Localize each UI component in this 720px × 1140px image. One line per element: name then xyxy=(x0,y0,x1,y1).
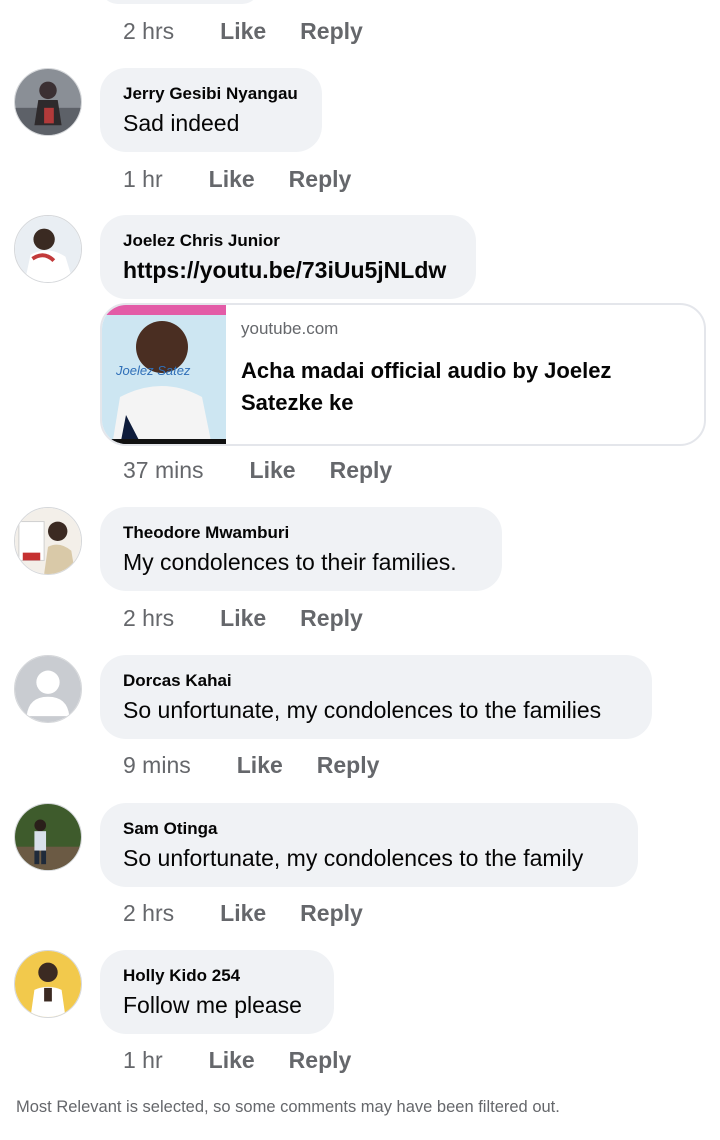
reply-button[interactable]: Reply xyxy=(300,605,363,632)
link-preview-card[interactable]: Joelez Satez youtube.com Acha madai offi… xyxy=(100,303,706,446)
comment-time: 2 hrs xyxy=(123,17,175,44)
avatar[interactable] xyxy=(14,68,82,136)
comment-text: So unfortunate, my condolences to the fa… xyxy=(123,845,584,871)
comment-actions: 2 hrs Like Reply xyxy=(123,16,363,46)
comment-time: 1 hr xyxy=(123,1046,163,1073)
link-thumbnail: Joelez Satez xyxy=(102,305,226,444)
reply-button[interactable]: Reply xyxy=(289,1047,352,1074)
comment-link[interactable]: https://youtu.be/73iUu5jNLdw xyxy=(123,255,453,285)
reply-button[interactable]: Reply xyxy=(317,752,380,779)
comment-author[interactable]: Jerry Gesibi Nyangau xyxy=(123,84,299,104)
like-button[interactable]: Like xyxy=(220,605,266,632)
filter-notice: Most Relevant is selected, so some comme… xyxy=(16,1098,560,1116)
comment-time: 37 mins xyxy=(123,456,204,483)
comment-text: My condolences to their families. xyxy=(123,549,457,575)
comment-actions: 1 hr Like Reply xyxy=(123,1045,351,1075)
comment-actions: 37 mins Like Reply xyxy=(123,455,392,485)
like-button[interactable]: Like xyxy=(209,1047,255,1074)
link-title[interactable]: Acha madai official audio by Joelez Sate… xyxy=(241,355,681,419)
comment-actions: 1 hr Like Reply xyxy=(123,164,351,194)
comment-bubble: Holly Kido 254 Follow me please xyxy=(100,950,334,1034)
avatar[interactable] xyxy=(14,215,82,283)
comment-text: So unfortunate, my condolences to the fa… xyxy=(123,697,602,723)
like-button[interactable]: Like xyxy=(250,457,296,484)
comment-bubble: Dorcas Kahai So unfortunate, my condolen… xyxy=(100,655,652,739)
comment-author[interactable]: Joelez Chris Junior xyxy=(123,231,453,251)
like-button[interactable]: Like xyxy=(209,166,255,193)
avatar[interactable] xyxy=(14,803,82,871)
comment-text: Follow me please xyxy=(123,992,302,1018)
previous-comment-bubble-edge xyxy=(100,0,260,4)
avatar[interactable] xyxy=(14,950,82,1018)
reply-button[interactable]: Reply xyxy=(330,457,393,484)
reply-button[interactable]: Reply xyxy=(300,900,363,927)
reply-button[interactable]: Reply xyxy=(289,166,352,193)
comment-author[interactable]: Theodore Mwamburi xyxy=(123,523,479,543)
comment-bubble: Joelez Chris Junior https://youtu.be/73i… xyxy=(100,215,476,299)
comment-actions: 9 mins Like Reply xyxy=(123,750,379,780)
comment-bubble: Jerry Gesibi Nyangau Sad indeed xyxy=(100,68,322,152)
link-domain: youtube.com xyxy=(241,319,339,338)
like-button[interactable]: Like xyxy=(237,752,283,779)
comment-time: 2 hrs xyxy=(123,899,175,926)
comment-author[interactable]: Dorcas Kahai xyxy=(123,671,629,691)
default-avatar-icon[interactable] xyxy=(14,655,82,723)
avatar[interactable] xyxy=(14,507,82,575)
like-button[interactable]: Like xyxy=(220,900,266,927)
like-button[interactable]: Like xyxy=(220,18,266,45)
comment-author[interactable]: Sam Otinga xyxy=(123,819,615,839)
comment-author[interactable]: Holly Kido 254 xyxy=(123,966,311,986)
comment-bubble: Sam Otinga So unfortunate, my condolence… xyxy=(100,803,638,887)
comment-actions: 2 hrs Like Reply xyxy=(123,898,363,928)
comment-time: 2 hrs xyxy=(123,604,175,631)
reply-button[interactable]: Reply xyxy=(300,18,363,45)
comment-actions: 2 hrs Like Reply xyxy=(123,603,363,633)
comment-text: Sad indeed xyxy=(123,110,240,136)
comment-time: 1 hr xyxy=(123,165,163,192)
comment-time: 9 mins xyxy=(123,751,191,778)
thumbnail-overlay-text: Joelez Satez xyxy=(115,363,191,378)
comment-bubble: Theodore Mwamburi My condolences to thei… xyxy=(100,507,502,591)
